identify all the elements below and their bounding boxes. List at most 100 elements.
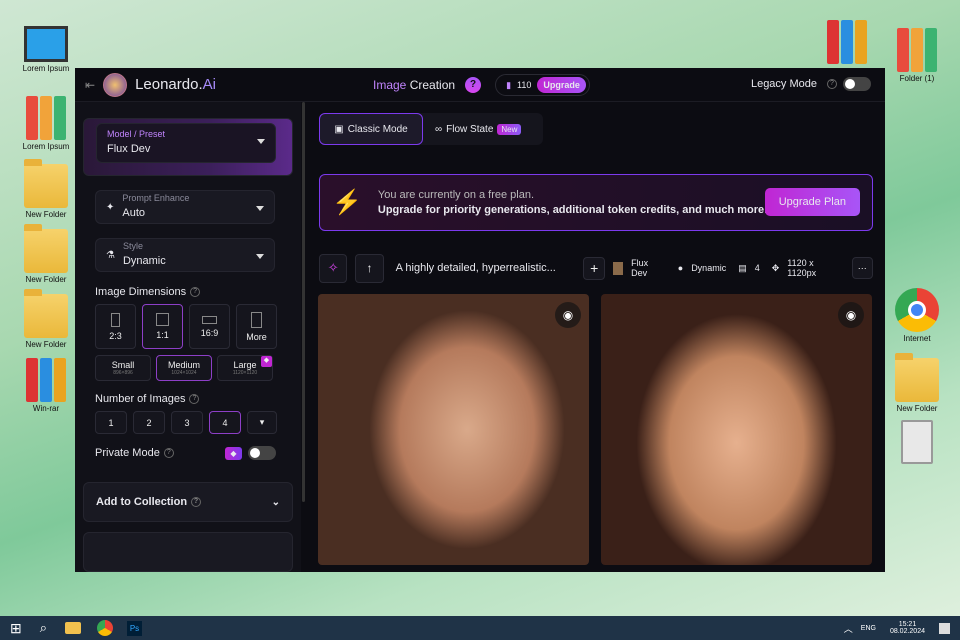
binders-icon: [24, 96, 68, 140]
private-mode-toggle[interactable]: [248, 446, 276, 460]
label: Internet: [903, 334, 931, 343]
model-thumbnail-icon: [613, 261, 624, 275]
file-explorer-icon[interactable]: [65, 622, 82, 634]
num-images-1[interactable]: 1: [95, 411, 127, 434]
upgrade-button[interactable]: Upgrade: [537, 77, 586, 93]
upgrade-plan-button[interactable]: Upgrade Plan: [764, 188, 860, 216]
folder-icon: [895, 353, 939, 402]
ratio-more[interactable]: More: [236, 304, 277, 349]
notifications-icon[interactable]: [939, 622, 950, 634]
chevron-down-icon: [256, 254, 264, 263]
chevron-down-icon: [256, 206, 264, 215]
desktop-icon-folder[interactable]: New Folder: [14, 159, 78, 219]
images-icon: ▤: [738, 262, 747, 273]
more-options-button[interactable]: ⋯: [851, 257, 874, 279]
model-preset-select[interactable]: Model / Preset Flux Dev: [96, 123, 276, 163]
style-select[interactable]: ⚗ Style Dynamic: [95, 238, 275, 272]
language-indicator[interactable]: ENG: [861, 625, 876, 632]
desktop-icon-folder-1[interactable]: Folder (1): [885, 28, 949, 83]
help-icon[interactable]: ?: [465, 77, 482, 93]
desktop-icon-internet[interactable]: Internet: [885, 288, 949, 343]
token-balance: ▮ 110 Upgrade: [495, 74, 590, 96]
ratio-1-1[interactable]: 1:1: [142, 304, 183, 349]
free-plan-banner: ⚡ You are currently on a free plan. Upgra…: [319, 174, 873, 231]
desktop-icon-computer[interactable]: Lorem Ipsum: [14, 26, 78, 73]
label: Lorem Ipsum: [22, 142, 70, 151]
page-title: Image Creation: [373, 78, 456, 92]
label: Lorem Ipsum: [22, 64, 70, 73]
image-icon: ▣: [334, 123, 344, 135]
num-images-4[interactable]: 4: [209, 411, 241, 434]
num-images-3[interactable]: 3: [171, 411, 203, 434]
desktop-icon-folder[interactable]: New Folder: [885, 353, 949, 413]
premium-gem-icon: ◆: [225, 446, 242, 460]
desktop-icon-winrar[interactable]: [815, 20, 879, 66]
size-small[interactable]: Small 896×896: [95, 355, 151, 381]
image-dimensions-title: Image Dimensions?: [95, 286, 293, 298]
desktop-icon-winrar[interactable]: Win-rar: [14, 358, 78, 413]
move-icon: ✥: [771, 262, 780, 273]
chevron-down-icon: [257, 139, 265, 148]
add-button[interactable]: +: [582, 256, 606, 280]
app-header: ⇤ Leonardo.Ai Image Creation ? ▮ 110 Upgra…: [75, 68, 885, 102]
generated-image-1[interactable]: ◉: [318, 294, 589, 565]
ratio-16-9[interactable]: 16:9: [189, 304, 230, 349]
eye-icon[interactable]: ◉: [838, 302, 864, 328]
private-mode-label: Private Mode: [95, 447, 160, 459]
label: Win-rar: [32, 404, 60, 413]
search-icon[interactable]: ⌕: [40, 620, 47, 636]
clock[interactable]: 15:21 08.02.2024: [890, 621, 925, 635]
token-icon: ▮: [506, 79, 512, 90]
generation-toolbar: ✧ ↑ A highly detailed, hyperrealistic...…: [319, 253, 874, 283]
drop-icon: ●: [677, 263, 684, 273]
infinity-icon: ∞: [435, 123, 443, 135]
num-images-more-dropdown[interactable]: ▾: [247, 411, 277, 434]
sidebar: Model / Preset Flux Dev ✦ Prompt Enhance Au…: [75, 102, 305, 572]
prompt-text[interactable]: A highly detailed, hyperrealistic...: [396, 262, 575, 274]
label: New Folder: [896, 404, 938, 413]
binders-icon: [895, 28, 939, 72]
size-medium[interactable]: Medium 1024×1024: [156, 355, 212, 381]
collapse-sidebar-icon[interactable]: ⇤: [85, 78, 95, 92]
style-icon: ⚗: [106, 249, 115, 261]
sidebar-scrollbar[interactable]: [302, 102, 305, 502]
collapsed-section[interactable]: [83, 532, 293, 572]
desktop-icon-folder[interactable]: New Folder: [14, 289, 78, 349]
prompt-enhance-select[interactable]: ✦ Prompt Enhance Auto: [95, 190, 275, 224]
label: New Folder: [25, 340, 67, 349]
size-large[interactable]: Large 1120×1120 ◆: [217, 355, 273, 381]
folder-icon: [24, 224, 68, 273]
legacy-mode-toggle[interactable]: [843, 77, 871, 91]
tab-flow-state[interactable]: ∞ Flow State New: [423, 113, 522, 145]
legacy-mode-label: Legacy Mode: [750, 78, 817, 90]
leonardo-logo: [103, 72, 128, 97]
mode-tabs: ▣ Classic Mode ∞ Flow State New: [319, 113, 543, 145]
ratio-2-3[interactable]: 2:3: [95, 304, 136, 349]
eye-icon[interactable]: ◉: [555, 302, 581, 328]
computer-icon: [24, 26, 68, 62]
magic-wand-button[interactable]: ✧: [319, 253, 348, 283]
desktop-icon-folder[interactable]: New Folder: [14, 224, 78, 284]
tray-chevron-icon[interactable]: ︿: [844, 622, 853, 635]
winrar-icon: [24, 358, 68, 402]
winrar-icon: [825, 20, 869, 64]
generated-image-2[interactable]: ◉: [601, 294, 872, 565]
chrome-icon[interactable]: [97, 620, 114, 636]
folder-icon: [24, 159, 68, 208]
desktop-icon-binders[interactable]: Lorem Ipsum: [14, 96, 78, 151]
brand-name: Leonardo.Ai: [135, 76, 216, 93]
tab-classic-mode[interactable]: ▣ Classic Mode: [319, 113, 423, 145]
num-images-2[interactable]: 2: [133, 411, 165, 434]
recycle-bin-icon[interactable]: [885, 420, 949, 466]
upload-image-button[interactable]: ↑: [355, 253, 384, 283]
taskbar: ⊞ ⌕ Ps ︿ ENG 15:21 08.02.2024: [0, 616, 960, 640]
label: Folder (1): [899, 74, 935, 83]
add-to-collection-section[interactable]: Add to Collection? ⌄: [83, 482, 293, 522]
chrome-icon: [895, 288, 939, 332]
photoshop-icon[interactable]: Ps: [127, 620, 143, 636]
help-icon[interactable]: ?: [827, 79, 837, 89]
windows-start-icon[interactable]: ⊞: [10, 620, 22, 637]
number-of-images-title: Number of Images?: [95, 393, 293, 405]
leonardo-app-window: ⇤ Leonardo.Ai Image Creation ? ▮ 110 Upgra…: [75, 68, 885, 572]
premium-gem-icon: ◆: [261, 356, 272, 367]
